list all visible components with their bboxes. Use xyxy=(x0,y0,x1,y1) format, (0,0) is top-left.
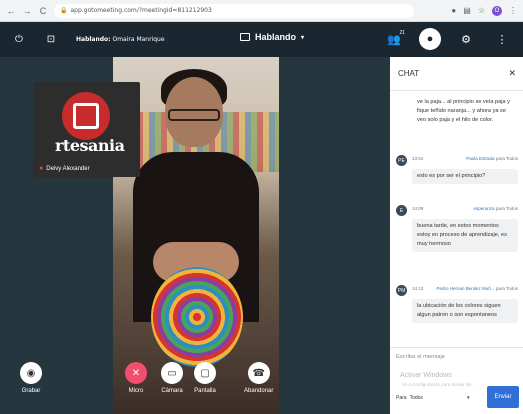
camera-label: Cámara xyxy=(161,388,183,394)
chat-messages[interactable]: ve la paja... al principio se veía paja … xyxy=(390,91,523,347)
chat-bubble-icon: ● xyxy=(426,33,434,45)
address-bar[interactable]: 🔒 app.gotomeeting.com/?meetingId=8112129… xyxy=(54,3,414,18)
participant-tile[interactable]: rtesania ● Deivy Alexander xyxy=(33,82,140,177)
reload-icon[interactable]: C xyxy=(38,6,48,16)
message-time: 14:09 xyxy=(412,206,424,211)
meeting-controls: ◉ Grabar ✕ Micro ▭ Cámara ▢ Pantalla ☎ A… xyxy=(0,354,390,414)
participant-name: Deivy Alexander xyxy=(46,165,90,172)
chat-panel: CHAT ✕ ve la paja... al principio se veí… xyxy=(390,57,523,414)
screen-share-icon: ▢ xyxy=(194,362,216,384)
windows-activation-watermark: Activar Windows xyxy=(400,372,452,379)
reader-icon[interactable]: ▤ xyxy=(463,6,471,15)
screen-icon xyxy=(240,33,250,41)
recipient-value: Todos xyxy=(409,395,423,401)
speaking-name: Omaira Manrique xyxy=(112,36,165,43)
speaker-glasses xyxy=(168,109,220,121)
camera-control[interactable]: ▭ Cámara xyxy=(161,362,183,394)
participant-name-label: ● Deivy Alexander xyxy=(39,165,90,172)
leave-label: Abandonar xyxy=(244,388,274,394)
profile-avatar[interactable]: O xyxy=(492,5,502,16)
leave-control[interactable]: ☎ Abandonar xyxy=(244,362,273,394)
recipient-select[interactable]: Todos ▾ xyxy=(410,395,470,401)
hang-up-icon: ☎ xyxy=(247,362,270,384)
record-icon: ◉ xyxy=(20,362,42,384)
woven-basket xyxy=(151,267,243,367)
forward-icon[interactable]: → xyxy=(22,6,32,16)
more-button[interactable]: ⋮ xyxy=(491,28,513,50)
avatar: E xyxy=(396,205,407,216)
camera-off-icon: ▭ xyxy=(161,362,183,384)
gear-icon: ⚙ xyxy=(461,33,471,46)
message-recipient: para Todos xyxy=(495,286,518,291)
avatar: PM xyxy=(396,285,407,296)
chat-composer: Escriba el mensaje Activar Windows Ve a … xyxy=(390,347,523,414)
avatar: PE xyxy=(396,155,407,166)
message-sender: Pedro Hernan Benitez Muñ... xyxy=(436,286,495,291)
message-recipient: para Todos xyxy=(495,156,518,161)
speaking-indicator: Hablando: Omaira Manrique xyxy=(76,36,165,43)
participant-count: 21 xyxy=(399,30,405,36)
message-time: 14:13 xyxy=(412,286,424,291)
address-text: app.gotomeeting.com/?meetingId=811212903 xyxy=(70,7,212,14)
chat-title: CHAT xyxy=(398,69,420,78)
speaking-prefix: Hablando: xyxy=(76,36,111,43)
mic-off-icon: ✕ xyxy=(125,362,147,384)
windows-activation-subtext: Ve a Configuración para activar Wi... xyxy=(402,382,476,387)
star-icon[interactable]: ☆ xyxy=(478,6,485,15)
message-text: esto es por ser el principio? xyxy=(412,169,518,184)
record-control[interactable]: ◉ Grabar xyxy=(20,362,42,394)
extension-icon[interactable]: ● xyxy=(451,6,456,15)
message-sender: Paola Estrada xyxy=(466,156,495,161)
record-label: Grabar xyxy=(21,388,41,394)
menu-dots-icon[interactable]: ⋮ xyxy=(509,6,517,15)
menu-dots-icon: ⋮ xyxy=(496,33,508,46)
settings-button[interactable]: ⚙ xyxy=(455,28,477,50)
logo-mark-icon xyxy=(73,103,99,129)
message-text: la ubicación de los colores siguen algun… xyxy=(412,299,518,323)
screen-share-label: Pantalla xyxy=(194,388,216,394)
recipient-label: Para xyxy=(396,395,407,401)
message-recipient: para Todos xyxy=(495,206,518,211)
screen-share-control[interactable]: ▢ Pantalla xyxy=(194,362,216,394)
browser-toolbar: ← → C 🔒 app.gotomeeting.com/?meetingId=8… xyxy=(0,0,523,22)
message-meta: 13:54 Paola Estrada para Todos xyxy=(412,156,518,166)
logo-text: rtesania xyxy=(55,136,125,155)
power-icon[interactable]: ⏻ xyxy=(12,33,26,47)
recipient-row: Para Todos ▾ xyxy=(396,395,470,401)
message-meta: 14:09 esperanza para Todos xyxy=(412,206,518,216)
message-sender: esperanza xyxy=(473,206,495,211)
message-text: ve la paja... al principio se veía paja … xyxy=(417,99,510,123)
view-mode-label: Hablando xyxy=(255,32,297,42)
view-mode-selector[interactable]: Hablando ▾ xyxy=(240,32,304,42)
video-stage: rtesania ● Deivy Alexander ◉ Grabar ✕ Mi… xyxy=(0,57,390,414)
artesania-logo xyxy=(62,92,110,140)
mic-muted-icon: ● xyxy=(39,165,44,172)
mic-label: Micro xyxy=(128,388,144,394)
participants-button[interactable]: 👥 21 xyxy=(383,28,405,50)
chat-header: CHAT ✕ xyxy=(390,57,523,91)
lock-icon: 🔒 xyxy=(60,7,68,14)
mic-control[interactable]: ✕ Micro xyxy=(125,362,147,394)
send-button[interactable]: Enviar xyxy=(487,386,519,408)
back-icon[interactable]: ← xyxy=(6,6,16,16)
meeting-toolbar: ⏻ ⊡ Hablando: Omaira Manrique Hablando ▾… xyxy=(0,22,523,57)
message-text: buena tarde, en estos momentos estoy en … xyxy=(412,219,518,252)
chevron-down-icon: ▾ xyxy=(467,395,470,401)
message-meta: 14:13 Pedro Hernan Benitez Muñ... para T… xyxy=(412,286,518,296)
chevron-down-icon: ▾ xyxy=(301,34,305,41)
lock-session-icon[interactable]: ⊡ xyxy=(44,33,58,47)
message-input[interactable]: Escriba el mensaje xyxy=(396,354,445,360)
close-icon[interactable]: ✕ xyxy=(508,68,516,79)
chat-toggle-button[interactable]: ● xyxy=(419,28,441,50)
message-time: 13:54 xyxy=(412,156,424,161)
